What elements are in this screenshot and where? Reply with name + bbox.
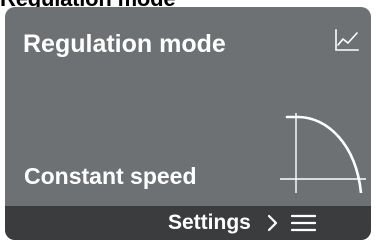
settings-footer-button[interactable]: Settings <box>5 206 371 240</box>
trend-chart-button[interactable] <box>334 28 360 52</box>
menu-icon <box>291 214 316 232</box>
constant-speed-curve-icon <box>280 113 366 193</box>
card-title: Regulation mode <box>23 30 226 58</box>
current-mode-value: Constant speed <box>24 163 197 189</box>
line-chart-icon <box>335 29 359 51</box>
regulation-mode-card[interactable]: Regulation mode Constant speed Settings <box>5 7 371 240</box>
chevron-right-icon <box>267 214 278 232</box>
regulation-mode-screen: Regulation mode Regulation mode Constant… <box>0 0 376 242</box>
settings-label: Settings <box>168 211 251 234</box>
